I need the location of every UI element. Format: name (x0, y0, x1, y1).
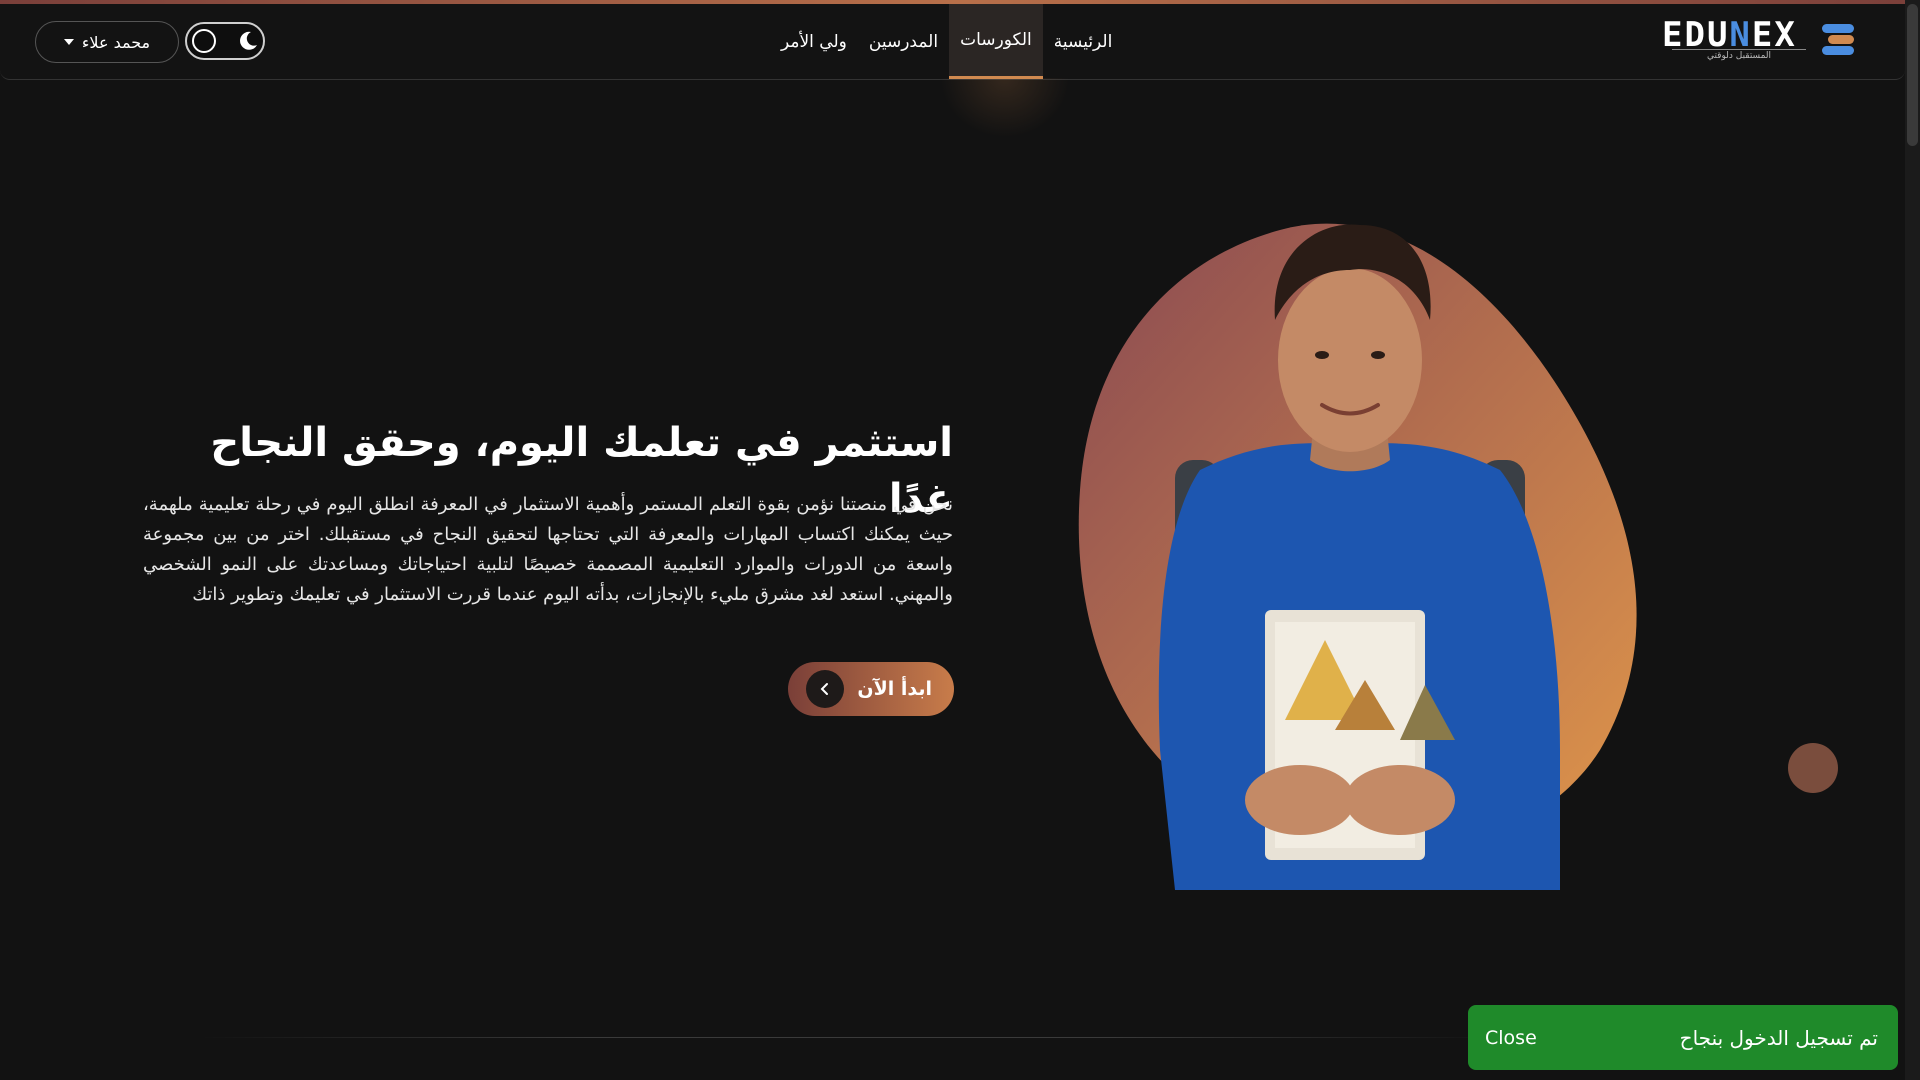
header: EDUNEX المستقبل دلوقتي الرئيسية الكورسات… (0, 4, 1905, 80)
moon-icon (240, 31, 257, 50)
logo-mark-icon (1822, 24, 1854, 55)
nav-item-teachers[interactable]: المدرسين (858, 4, 949, 79)
hero-description: نحن في منصتنا نؤمن بقوة التعلم المستمر و… (143, 494, 953, 605)
page-scrollbar[interactable] (1905, 0, 1920, 1080)
start-now-label: ابدأ الآن (857, 678, 932, 700)
chevron-left-icon (806, 670, 844, 708)
user-name: محمد علاء (81, 32, 151, 52)
logo[interactable]: EDUNEX المستقبل دلوقتي (1662, 18, 1856, 62)
toast-message: تم تسجيل الدخول بنجاح (1679, 1025, 1878, 1050)
toggle-knob (192, 29, 216, 53)
logo-wordmark: EDUNEX (1662, 15, 1797, 55)
start-now-button[interactable]: ابدأ الآن (788, 662, 954, 716)
section-divider (200, 1037, 1500, 1038)
hero-student-image (1078, 223, 1637, 890)
logo-tagline: المستقبل دلوقتي (1672, 49, 1806, 62)
floating-decor-dot (1788, 743, 1838, 793)
caret-down-icon (63, 39, 74, 45)
theme-toggle[interactable] (185, 22, 265, 60)
scrollbar-thumb[interactable] (1907, 4, 1918, 146)
nav-item-courses[interactable]: الكورسات (949, 4, 1043, 79)
nav-item-parent[interactable]: ولي الأمر (770, 4, 858, 79)
main-nav: الرئيسية الكورسات المدرسين ولي الأمر (770, 4, 1123, 79)
login-success-toast: Close تم تسجيل الدخول بنجاح (1468, 1005, 1898, 1070)
toast-close-button[interactable]: Close (1485, 1027, 1537, 1049)
nav-active-glow (940, 78, 1070, 138)
nav-item-home[interactable]: الرئيسية (1043, 4, 1124, 79)
user-menu[interactable]: محمد علاء (35, 21, 179, 63)
